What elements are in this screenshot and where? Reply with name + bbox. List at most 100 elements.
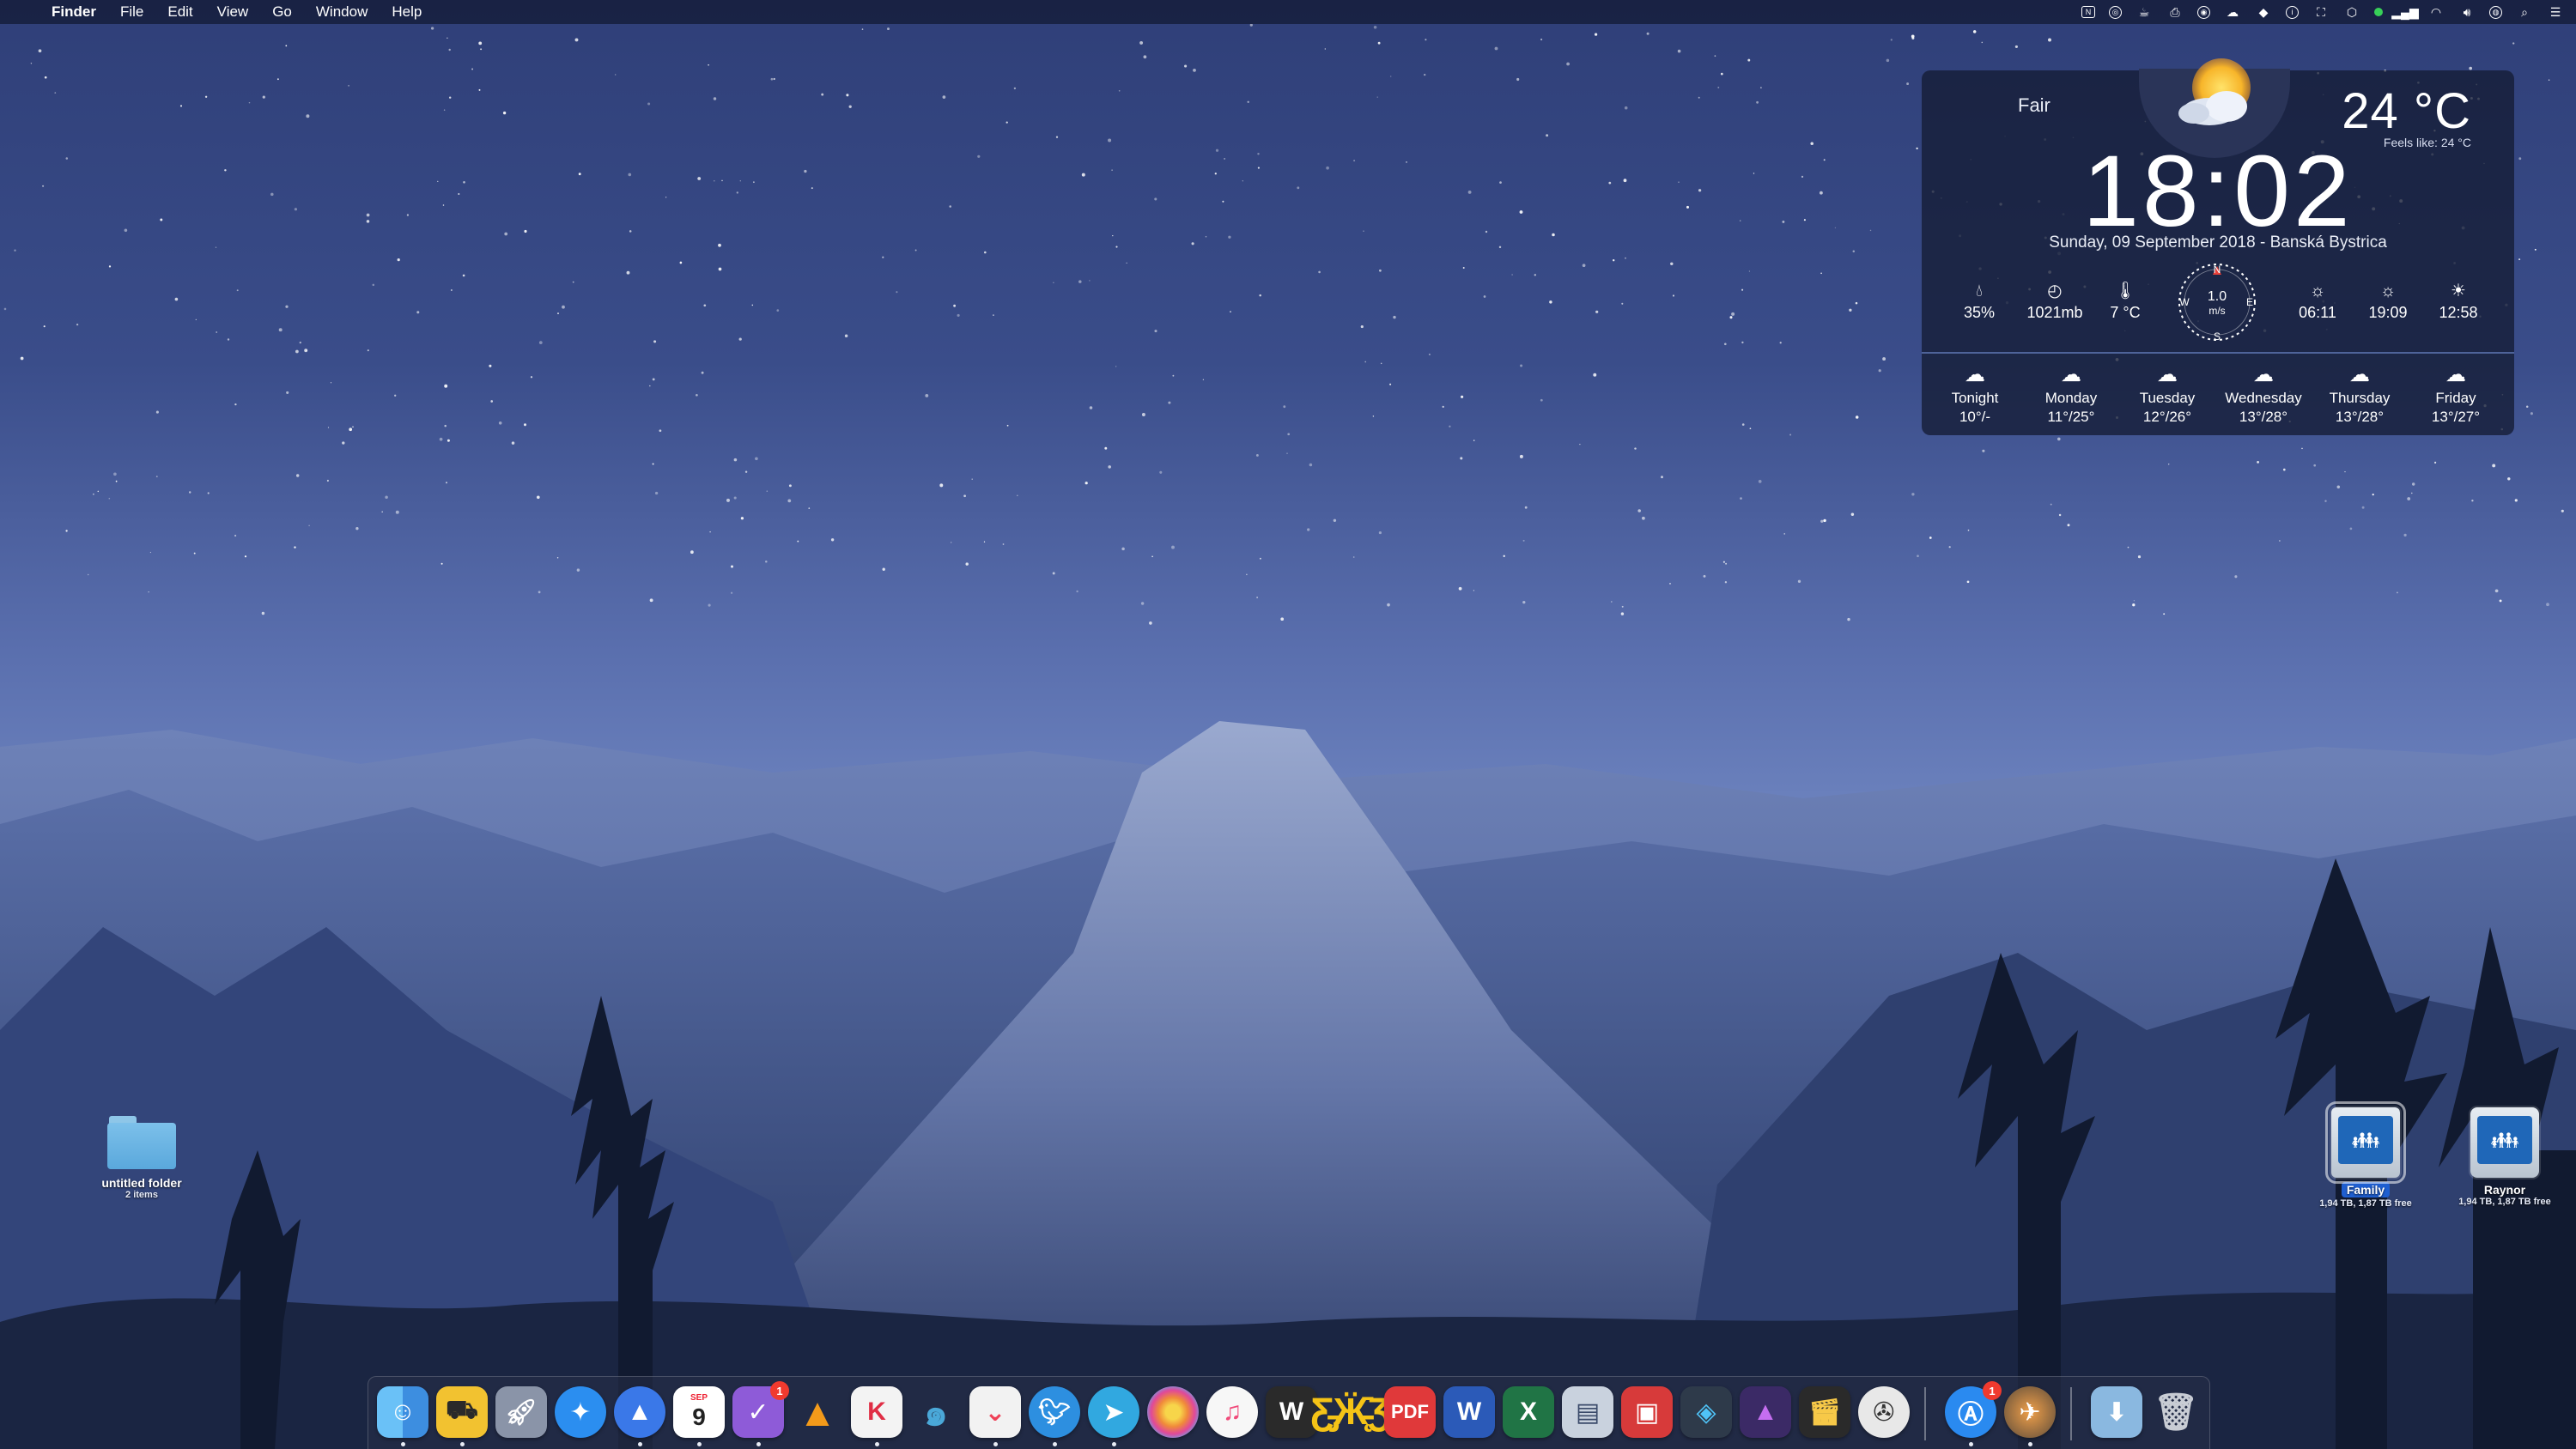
- drive-capacity: 1,94 TB, 1,87 TB free: [2458, 1197, 2551, 1207]
- date-location: Sunday, 09 September 2018 - Banská Bystr…: [2049, 233, 2387, 252]
- forklift-icon[interactable]: ⛟: [436, 1386, 488, 1438]
- excel-icon[interactable]: X: [1503, 1386, 1554, 1438]
- forecast-temps: 13°/28°: [2239, 409, 2288, 425]
- forecast-day-name: Tonight: [1951, 390, 1999, 406]
- forecast-day: ☁︎ Monday 11°/25°: [2023, 361, 2119, 426]
- menu-window[interactable]: Window: [316, 3, 368, 21]
- menu-file[interactable]: File: [120, 3, 143, 21]
- compass-north: N: [2214, 264, 2221, 276]
- drive-capacity: 1,94 TB, 1,87 TB free: [2319, 1198, 2412, 1209]
- forecast-day: ☁︎ Tonight 10°/-: [1927, 361, 2023, 426]
- app-store-icon[interactable]: Ⓐ 1: [1945, 1381, 2002, 1438]
- sunset-icon: ☼: [2379, 282, 2397, 300]
- klokki-icon[interactable]: K: [851, 1386, 902, 1438]
- preview-icon[interactable]: ▤: [1562, 1386, 1613, 1438]
- sunset-value: 19:09: [2368, 304, 2408, 321]
- coffee-icon[interactable]: ☕: [2136, 5, 2153, 19]
- forecast-day: ☁︎ Thursday 13°/28°: [2312, 361, 2408, 426]
- pressure-value: 1021mb: [2026, 304, 2083, 321]
- siri-icon[interactable]: ◍: [2489, 5, 2502, 19]
- omnifocus-icon[interactable]: ✓ 1: [732, 1381, 789, 1438]
- spotlight-icon[interactable]: ⌕: [2516, 5, 2533, 19]
- signal-icon[interactable]: ▂▄▆: [2391, 5, 2418, 19]
- compass-south: S: [2214, 330, 2221, 343]
- safari-icon[interactable]: ✦: [555, 1386, 606, 1438]
- pdf-expert-icon[interactable]: PDF: [1384, 1386, 1436, 1438]
- forecast-day-name: Thursday: [2329, 390, 2391, 406]
- cloud-icon[interactable]: ☁: [2224, 5, 2241, 19]
- target-icon[interactable]: ◎: [2109, 5, 2122, 19]
- sun-icon: ☀︎: [2451, 282, 2466, 300]
- word-icon[interactable]: W: [1443, 1386, 1495, 1438]
- tes-icon[interactable]: Ƹ̵̡Ӝ̵̨̄Ʒ: [1310, 1386, 1391, 1438]
- green-status-icon[interactable]: [2374, 8, 2383, 16]
- menu-help[interactable]: Help: [392, 3, 422, 21]
- mountain-landscape: [0, 721, 2576, 1449]
- dew-point-stat: 🌡︎ 7 °C: [2087, 278, 2164, 322]
- pocket-icon[interactable]: ⌄: [969, 1386, 1021, 1438]
- launchpad-icon[interactable]: 🚀︎: [495, 1386, 547, 1438]
- wind-unit: m/s: [2208, 305, 2225, 317]
- desktop-drive-family[interactable]: 👪︎ Family 1,94 TB, 1,87 TB free: [2301, 1101, 2430, 1209]
- istat-icon[interactable]: i: [2286, 5, 2299, 19]
- disk-utility-icon[interactable]: ✈: [2004, 1386, 2056, 1438]
- media-icon[interactable]: ✇: [1858, 1386, 1910, 1438]
- news-icon[interactable]: N: [2081, 6, 2095, 18]
- dropbox-icon[interactable]: ◆: [2255, 5, 2272, 19]
- menu-edit[interactable]: Edit: [167, 3, 192, 21]
- wifi-icon[interactable]: ◠: [2427, 5, 2445, 19]
- sunrise-icon: ☼: [2309, 282, 2326, 300]
- notification-center-icon[interactable]: ☰: [2547, 5, 2564, 19]
- desktop-folder[interactable]: untitled folder 2 items: [82, 1116, 202, 1200]
- sunset-stat: ☼ 19:09: [2349, 278, 2427, 322]
- drive-name: Family: [2341, 1182, 2391, 1197]
- wind-compass: N E S W 1.0 m/s: [2178, 264, 2256, 343]
- photos-icon[interactable]: [1147, 1386, 1199, 1438]
- affinity-icon[interactable]: ▲: [1740, 1386, 1791, 1438]
- compass-east: E: [2246, 296, 2253, 308]
- spark-icon[interactable]: ▲: [614, 1386, 665, 1438]
- forecast-day-name: Tuesday: [2139, 390, 2196, 406]
- cloud-icon: ☁︎: [2061, 363, 2081, 386]
- menu-app-name[interactable]: Finder: [52, 3, 96, 21]
- tweetbot-icon[interactable]: 🐦︎: [1029, 1386, 1080, 1438]
- forecast-day-name: Wednesday: [2225, 390, 2302, 406]
- humidity-value: 35%: [1963, 304, 1996, 321]
- screen-icon[interactable]: ⛶: [2312, 5, 2330, 19]
- menu-go[interactable]: Go: [272, 3, 292, 21]
- printer-icon[interactable]: ⎙: [2166, 5, 2184, 19]
- shield-icon[interactable]: ⬡: [2343, 5, 2360, 19]
- telegram-icon[interactable]: ➤: [1088, 1386, 1139, 1438]
- menu-bar: Finder File Edit View Go Window Help N ◎…: [0, 0, 2576, 24]
- trash-icon[interactable]: 🗑︎: [2150, 1386, 2202, 1438]
- volume-icon[interactable]: 🔊︎: [2458, 5, 2476, 19]
- menu-view[interactable]: View: [217, 3, 249, 21]
- finder-icon[interactable]: ☺: [377, 1386, 428, 1438]
- compass-west: W: [2179, 296, 2190, 308]
- compass-icon[interactable]: ◉: [2197, 5, 2210, 19]
- current-temperature: 24 °C: [2342, 83, 2471, 139]
- pressure-stat: ◴ 1021mb: [2016, 278, 2093, 322]
- photo-booth-icon[interactable]: ▣: [1621, 1386, 1673, 1438]
- calendar-icon[interactable]: SEP 9: [673, 1386, 725, 1438]
- desktop-drive-raynor[interactable]: 👪︎ Raynor 1,94 TB, 1,87 TB free: [2440, 1107, 2569, 1207]
- downloads-folder-icon[interactable]: ⬇: [2091, 1386, 2142, 1438]
- omnifocus-badge: 1: [770, 1381, 789, 1400]
- network-drive-icon: 👪︎: [2470, 1107, 2539, 1178]
- vlc-icon[interactable]: ▲: [792, 1386, 843, 1438]
- mosaic-icon[interactable]: ๑: [910, 1386, 962, 1438]
- final-cut-icon[interactable]: 🎬︎: [1799, 1386, 1850, 1438]
- layers-icon[interactable]: ◈: [1680, 1386, 1732, 1438]
- pressure-gauge-icon: ◴: [2047, 282, 2063, 300]
- itunes-icon[interactable]: ♫: [1206, 1386, 1258, 1438]
- cloud-icon: ☁︎: [2349, 363, 2370, 386]
- forecast-day-name: Monday: [2044, 390, 2098, 406]
- weather-condition: Fair: [2018, 94, 2050, 116]
- forecast-day: ☁︎ Friday 13°/27°: [2408, 361, 2504, 426]
- clock-time: 18:02: [2082, 135, 2354, 248]
- folder-item-count: 2 items: [125, 1190, 158, 1200]
- wikipedia-icon[interactable]: W: [1266, 1386, 1317, 1438]
- forecast-day: ☁︎ Wednesday 13°/28°: [2215, 361, 2312, 426]
- forecast-row: ☁︎ Tonight 10°/- ☁︎ Monday 11°/25° ☁︎ Tu…: [1922, 361, 2514, 429]
- weather-widget[interactable]: Fair 24 °C Feels like: 24 °C 18:02 Sunda…: [1922, 58, 2514, 435]
